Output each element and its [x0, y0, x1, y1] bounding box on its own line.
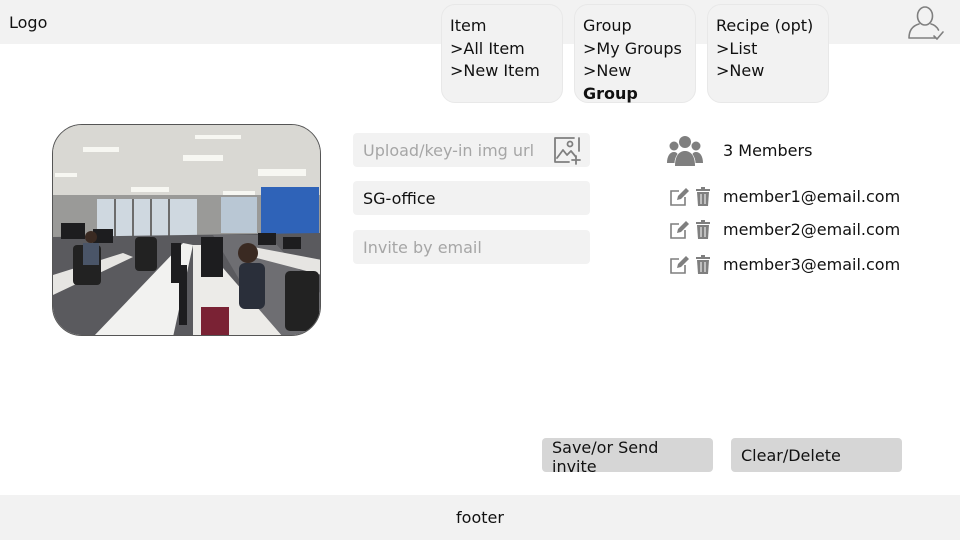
menu-recipe-list-link[interactable]: >List	[716, 38, 820, 61]
user-check-icon[interactable]	[906, 4, 946, 42]
group-photo	[52, 124, 321, 336]
menu-group-new-link[interactable]: >New	[583, 60, 687, 83]
edit-icon[interactable]	[669, 187, 689, 207]
image-add-icon[interactable]	[552, 136, 582, 165]
group-name-field[interactable]	[353, 181, 590, 215]
member-row: member1@email.com	[669, 185, 939, 209]
footer: footer	[0, 495, 960, 540]
members-count: 3 Members	[723, 141, 813, 160]
menu-item: Item >All Item >New Item	[441, 4, 563, 103]
menu-item-new-item-link[interactable]: >New Item	[450, 60, 554, 83]
menu-recipe: Recipe (opt) >List >New	[707, 4, 829, 103]
menu-group: Group >My Groups >New Group	[574, 4, 696, 103]
menu-group-my-groups-link[interactable]: >My Groups	[583, 38, 687, 61]
trash-icon[interactable]	[696, 187, 710, 206]
office-photo-illustration	[53, 125, 320, 335]
menu-group-title[interactable]: Group	[583, 15, 687, 38]
member-email: member3@email.com	[723, 255, 901, 274]
trash-icon[interactable]	[696, 255, 710, 274]
menu-recipe-title[interactable]: Recipe (opt)	[716, 15, 820, 38]
menu-item-title[interactable]: Item	[450, 15, 554, 38]
menu-group-active-label[interactable]: Group	[583, 83, 687, 106]
member-row: member2@email.com	[669, 218, 939, 242]
menu-item-all-item-link[interactable]: >All Item	[450, 38, 554, 61]
logo[interactable]: Logo	[9, 13, 47, 32]
group-icon	[667, 136, 703, 166]
trash-icon[interactable]	[696, 220, 710, 239]
clear-delete-button[interactable]: Clear/Delete	[731, 438, 902, 472]
member-email: member2@email.com	[723, 220, 901, 239]
menu-recipe-new-link[interactable]: >New	[716, 60, 820, 83]
save-send-invite-button[interactable]: Save/or Send invite	[542, 438, 713, 476]
footer-text: footer	[456, 508, 504, 527]
member-row: member3@email.com	[669, 253, 939, 277]
member-email: member1@email.com	[723, 187, 901, 206]
edit-icon[interactable]	[669, 255, 689, 275]
invite-email-input[interactable]	[353, 230, 590, 264]
edit-icon[interactable]	[669, 220, 689, 240]
